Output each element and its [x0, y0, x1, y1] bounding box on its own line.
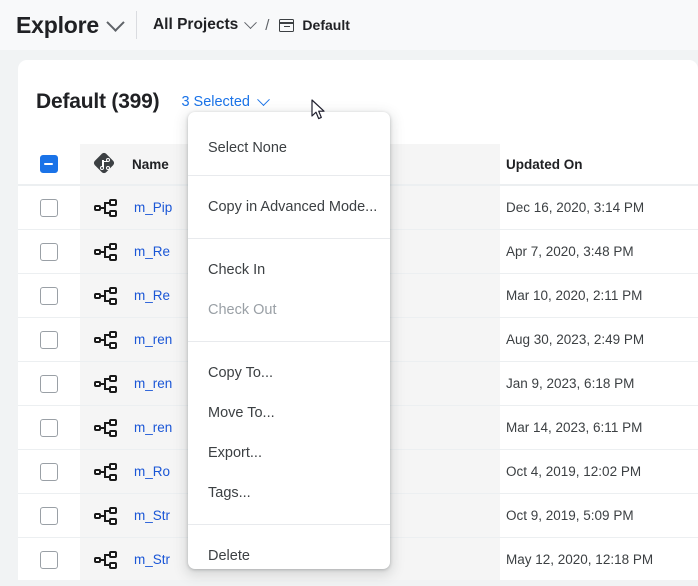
row-updated-on: Mar 10, 2020, 2:11 PM	[506, 288, 643, 303]
row-name-link[interactable]: m_Str	[134, 552, 170, 567]
mouse-cursor	[311, 99, 325, 120]
chevron-down-icon[interactable]	[257, 92, 270, 106]
chevron-down-icon[interactable]	[244, 15, 258, 29]
selection-dropdown-button[interactable]: 3 Selected	[181, 92, 270, 110]
menu-separator	[188, 524, 390, 525]
mapping-icon	[94, 462, 118, 482]
menu-item-select-none[interactable]: Select None	[188, 128, 390, 168]
select-all-checkbox[interactable]	[40, 155, 58, 173]
row-checkbox-cell[interactable]	[18, 374, 80, 393]
row-checkbox-cell[interactable]	[18, 330, 80, 349]
selection-count-label: 3 Selected	[181, 94, 250, 110]
row-name-link[interactable]: m_Str	[134, 508, 170, 523]
row-updated-on: Apr 7, 2020, 3:48 PM	[506, 244, 634, 259]
column-header-name[interactable]: Name	[132, 157, 169, 172]
row-name-link[interactable]: m_Re	[134, 288, 170, 303]
menu-item-check-in[interactable]: Check In	[188, 250, 390, 290]
row-checkbox[interactable]	[40, 330, 58, 349]
version-control-icon	[92, 151, 116, 175]
row-name-link[interactable]: m_Ro	[134, 464, 170, 479]
menu-group: Copy To... Move To... Export... Tags...	[188, 347, 390, 519]
toolbar-divider	[135, 11, 137, 39]
chevron-down-icon[interactable]	[106, 12, 125, 32]
row-updated-on: Dec 16, 2020, 3:14 PM	[506, 200, 645, 215]
mapping-icon	[94, 374, 118, 394]
row-name-link[interactable]: m_ren	[134, 332, 172, 347]
breadcrumb: All Projects / Default	[153, 15, 350, 34]
menu-item-check-out: Check Out	[208, 302, 277, 318]
menu-item-copy-in-advanced-mode[interactable]: Copy in Advanced Mode...	[188, 187, 390, 227]
menu-groups: Select None Copy in Advanced Mode... Check…	[188, 116, 390, 586]
project-box-icon	[279, 18, 295, 33]
mapping-icon	[94, 198, 118, 218]
row-checkbox-cell[interactable]	[18, 242, 80, 261]
row-name-link[interactable]: m_Pip	[134, 200, 172, 215]
row-updated-on: Oct 9, 2019, 5:09 PM	[506, 508, 634, 523]
selection-context-menu[interactable]: Select None Copy in Advanced Mode... Check…	[188, 112, 390, 569]
top-app-bar: Explore All Projects / Default	[0, 0, 698, 50]
row-checkbox[interactable]	[40, 242, 58, 261]
row-updated-on: Mar 14, 2023, 6:11 PM	[506, 420, 643, 435]
row-checkbox-cell[interactable]	[18, 506, 80, 525]
explore-menu-button[interactable]: Explore	[0, 11, 125, 39]
menu-item-delete[interactable]: Delete	[188, 536, 390, 576]
row-checkbox-cell[interactable]	[18, 418, 80, 437]
menu-group: Select None	[188, 116, 390, 170]
row-updated-on: Jan 9, 2023, 6:18 PM	[506, 376, 635, 391]
mapping-icon	[94, 330, 118, 350]
mapping-icon	[94, 418, 118, 438]
menu-separator	[188, 341, 390, 342]
menu-group: Delete	[188, 530, 390, 586]
menu-group: Check In Check Out	[188, 244, 390, 336]
menu-separator	[188, 238, 390, 239]
mapping-icon	[94, 506, 118, 526]
row-updated-on: Oct 4, 2019, 12:02 PM	[506, 464, 642, 479]
row-checkbox[interactable]	[40, 286, 58, 305]
mapping-icon	[94, 286, 118, 306]
row-name-link[interactable]: m_ren	[134, 376, 172, 391]
menu-item-copy-to[interactable]: Copy To...	[188, 353, 390, 393]
page-title: Default (399)	[36, 90, 160, 113]
menu-group: Copy in Advanced Mode...	[188, 181, 390, 233]
mapping-icon	[94, 242, 118, 262]
row-checkbox-cell[interactable]	[18, 198, 80, 217]
row-checkbox[interactable]	[40, 550, 58, 569]
breadcrumb-separator: /	[265, 16, 270, 34]
row-updated-on: Aug 30, 2023, 2:49 PM	[506, 332, 645, 347]
column-header-updated-on[interactable]: Updated On	[500, 157, 698, 172]
menu-item-tags[interactable]: Tags...	[188, 473, 390, 513]
row-checkbox-cell[interactable]	[18, 550, 80, 569]
explore-title: Explore	[16, 11, 99, 38]
row-name-link[interactable]: m_ren	[134, 420, 172, 435]
menu-item-export[interactable]: Export...	[188, 433, 390, 473]
row-checkbox[interactable]	[40, 374, 58, 393]
row-checkbox[interactable]	[40, 418, 58, 437]
menu-separator	[188, 175, 390, 176]
row-checkbox[interactable]	[40, 198, 58, 217]
breadcrumb-current[interactable]: Default	[302, 17, 349, 33]
row-checkbox[interactable]	[40, 462, 58, 481]
row-checkbox[interactable]	[40, 506, 58, 525]
menu-item-move-to[interactable]: Move To...	[188, 393, 390, 433]
breadcrumb-all-projects[interactable]: All Projects	[153, 16, 238, 34]
row-checkbox-cell[interactable]	[18, 286, 80, 305]
row-checkbox-cell[interactable]	[18, 462, 80, 481]
select-all-checkbox-cell[interactable]	[18, 155, 80, 173]
mapping-icon	[94, 550, 118, 570]
row-updated-on: May 12, 2020, 12:18 PM	[506, 552, 654, 567]
row-name-link[interactable]: m_Re	[134, 244, 170, 259]
